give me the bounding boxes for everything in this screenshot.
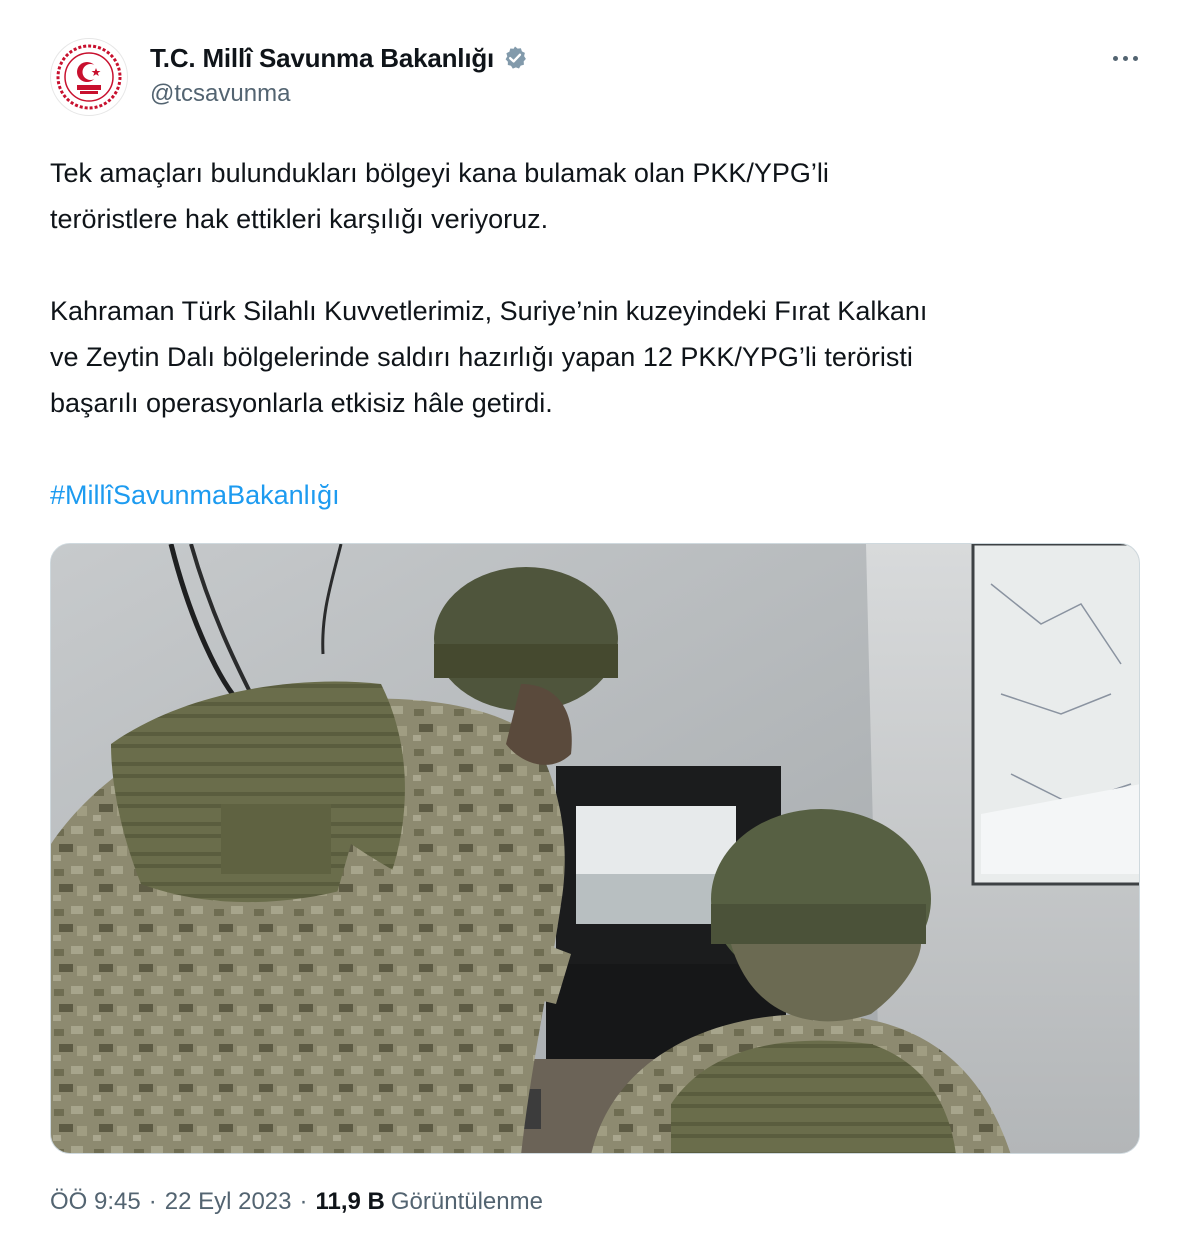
hashtag-link[interactable]: #MillîSavunmaBakanlığı [50, 472, 340, 518]
author-display-name[interactable]: T.C. Millî Savunma Bakanlığı [150, 43, 494, 74]
meta-separator: · [148, 1188, 157, 1215]
photo-scene [51, 544, 1139, 1153]
tweet-photo[interactable] [50, 543, 1140, 1154]
more-horizontal-icon [1112, 55, 1118, 61]
tweet-paragraph-1: Tek amaçları bulundukları bölgeyi kana b… [50, 158, 829, 234]
tweet-meta: ÖÖ 9:45 · 22 Eyl 2023 · 11,9 B Görüntüle… [50, 1188, 543, 1216]
author-handle[interactable]: @tcsavunma [150, 80, 290, 108]
views-label[interactable]: Görüntülenme [391, 1188, 543, 1216]
more-horizontal-icon [1132, 55, 1138, 61]
verified-badge-icon[interactable] [502, 45, 528, 71]
author-name-row: T.C. Millî Savunma Bakanlığı [150, 40, 528, 76]
tweet-paragraph-2: Kahraman Türk Silahlı Kuvvetlerimiz, Sur… [50, 296, 928, 418]
more-horizontal-icon [1122, 55, 1128, 61]
ministry-emblem-icon [56, 44, 122, 110]
tweet-date[interactable]: 22 Eyl 2023 [165, 1188, 292, 1216]
tweet-card: T.C. Millî Savunma Bakanlığı @tcsavunma … [0, 0, 1200, 1256]
avatar[interactable] [50, 38, 128, 116]
views-count[interactable]: 11,9 B [315, 1188, 384, 1216]
tweet-time[interactable]: ÖÖ 9:45 [50, 1188, 141, 1216]
meta-separator: · [299, 1188, 308, 1215]
more-options-button[interactable] [1102, 42, 1148, 74]
